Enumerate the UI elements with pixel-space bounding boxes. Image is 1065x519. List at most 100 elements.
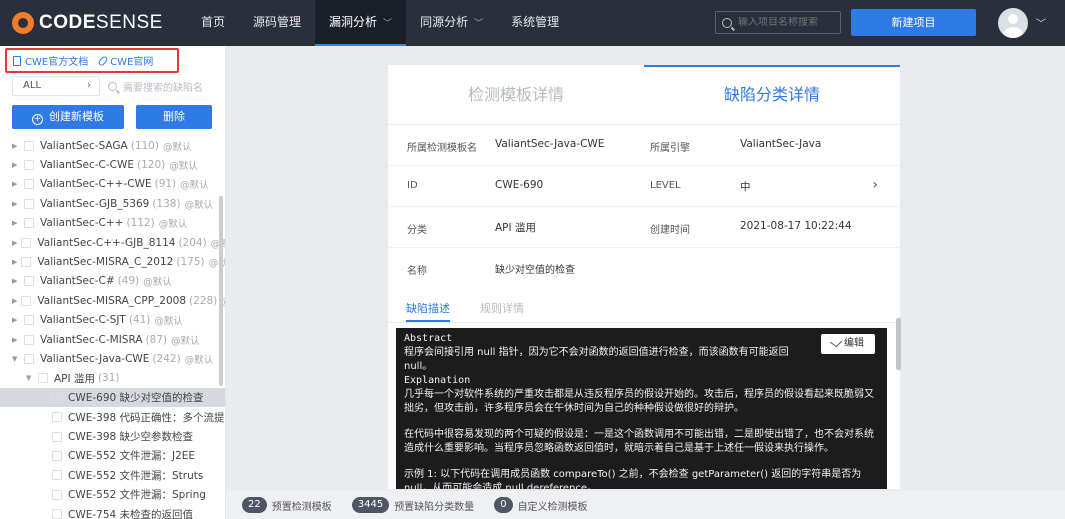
- tree-count: (31): [97, 372, 120, 385]
- tree-node[interactable]: ▶ ValiantSec-SAGA (110) @默认: [0, 136, 225, 155]
- tree-checkbox[interactable]: [24, 160, 34, 171]
- caret-right-icon[interactable]: ▶: [12, 297, 17, 305]
- search-icon: [722, 17, 732, 28]
- nav-vuln-analysis[interactable]: 漏洞分析 ﹀: [315, 0, 407, 46]
- content-scrollbar[interactable]: [896, 318, 901, 370]
- caret-right-icon[interactable]: ▶: [12, 200, 20, 208]
- filter-select[interactable]: ALL ›: [12, 76, 100, 96]
- default-tag: @默认: [158, 219, 188, 231]
- caret-right-icon[interactable]: ▶: [12, 277, 20, 285]
- nav-label: 同源分析: [420, 15, 469, 29]
- tree-checkbox[interactable]: [52, 450, 62, 461]
- project-search[interactable]: [715, 11, 841, 34]
- tree-checkbox[interactable]: [52, 431, 62, 442]
- nav-source[interactable]: 源码管理: [239, 0, 315, 46]
- tree-label: CWE-398 代码正确性：多个流提交: [68, 411, 226, 424]
- caret-down-icon[interactable]: ▼: [26, 374, 34, 382]
- nav-system[interactable]: 系统管理: [497, 0, 573, 46]
- tree-leaf-item[interactable]: CWE-690 缺少对空值的检查: [0, 388, 225, 408]
- tree-node[interactable]: ▶ ValiantSec-C# (49) @默认: [0, 272, 225, 291]
- tree-checkbox[interactable]: [52, 489, 62, 500]
- nav-home[interactable]: 首页: [187, 0, 239, 46]
- edit-button[interactable]: 编辑: [821, 334, 875, 354]
- tree-checkbox[interactable]: [24, 198, 34, 209]
- caret-right-icon[interactable]: ▶: [12, 219, 20, 227]
- tree-node[interactable]: ▶ ValiantSec-C-CWE (120) @默认: [0, 155, 225, 174]
- tree-checkbox[interactable]: [24, 140, 34, 151]
- info-row: 分类 API 滥用 创建时间 2021-08-17 10:22:44: [388, 207, 900, 248]
- cwe-site-link[interactable]: CWE官网: [97, 53, 153, 68]
- caret-right-icon[interactable]: ▶: [12, 258, 17, 266]
- caret-right-icon[interactable]: ▶: [12, 316, 20, 324]
- tree-node[interactable]: ▼ ValiantSec-Java-CWE (242) @默认: [0, 349, 225, 368]
- create-template-button[interactable]: + 创建新模板: [12, 105, 124, 129]
- logo[interactable]: CODESENSE: [12, 11, 163, 35]
- tree-checkbox[interactable]: [52, 392, 62, 403]
- tree-checkbox[interactable]: [24, 334, 34, 345]
- tree-node[interactable]: ▶ValiantSec-MISRA_CPP_2008(228)@默认: [0, 291, 225, 310]
- sidebar-scrollbar[interactable]: [219, 196, 223, 386]
- tree-label: CWE-552 文件泄漏：J2EE: [68, 450, 196, 463]
- default-tag: @默认: [162, 141, 192, 153]
- tree-checkbox[interactable]: [24, 218, 34, 229]
- tree-node[interactable]: ▶ ValiantSec-MISRA_C_2012(175)@默认: [0, 252, 225, 271]
- tree-node[interactable]: ▶ ValiantSec-GJB_5369 (138) @默认: [0, 194, 225, 213]
- footer-stats: 22 预置检测模板 3445 预置缺陷分类数量 0 自定义检测模板: [226, 491, 1065, 519]
- tree-leaf-item[interactable]: CWE-754 未检查的返回值: [0, 504, 225, 519]
- tree-checkbox[interactable]: [21, 237, 32, 248]
- tree-checkbox[interactable]: [21, 295, 32, 306]
- tree-leaf-item[interactable]: CWE-552 文件泄漏：Spring: [0, 485, 225, 504]
- tree-node[interactable]: ▶ ValiantSec-C-MISRA (87) @默认: [0, 330, 225, 349]
- tree-checkbox[interactable]: [52, 509, 62, 519]
- avatar[interactable]: [998, 8, 1028, 38]
- stat-preset-categories: 3445 预置缺陷分类数量: [351, 497, 474, 513]
- tree-count: (91): [154, 178, 177, 191]
- tree-node[interactable]: ▼ API 滥用 (31): [0, 369, 225, 388]
- tree-node[interactable]: ▶ ValiantSec-C++-CWE (91) @默认: [0, 175, 225, 194]
- tree-leaf-item[interactable]: CWE-398 代码正确性：多个流提交: [0, 407, 226, 426]
- chevron-right-icon[interactable]: ›: [872, 177, 878, 193]
- tree-leaf-item[interactable]: CWE-552 文件泄漏：J2EE: [0, 446, 225, 465]
- tree-label: ValiantSec-MISRA_CPP_2008: [37, 294, 187, 307]
- sidebar: CWE官方文档 CWE官网 ALL › 需要搜索的缺陷名 + 创建新模板 删除 ▶ V…: [0, 46, 226, 519]
- chevron-down-icon: ﹀: [474, 19, 484, 29]
- caret-right-icon[interactable]: ▶: [12, 336, 20, 344]
- tab-defect-detail[interactable]: 缺陷分类详情: [644, 65, 900, 124]
- tree-checkbox[interactable]: [24, 179, 34, 190]
- tab-template-detail[interactable]: 检测模板详情: [388, 65, 644, 124]
- tree-checkbox[interactable]: [24, 315, 34, 326]
- nav-label: 源码管理: [253, 15, 302, 29]
- tree-checkbox[interactable]: [21, 257, 32, 268]
- stat-custom-templates: 0 自定义检测模板: [494, 497, 588, 513]
- tree-checkbox[interactable]: [38, 373, 48, 384]
- cwe-docs-link[interactable]: CWE官方文档: [13, 53, 88, 68]
- tree-node[interactable]: ▶ ValiantSec-C-SJT (41) @默认: [0, 311, 225, 330]
- tab-rule-detail[interactable]: 规则详情: [480, 300, 524, 316]
- delete-button[interactable]: 删除: [136, 105, 212, 129]
- caret-down-icon[interactable]: ▼: [12, 355, 20, 363]
- tree-leaf-item[interactable]: CWE-552 文件泄漏：Struts: [0, 466, 225, 485]
- tree-leaf-item[interactable]: CWE-398 缺少空参数检查: [0, 427, 225, 446]
- tree-checkbox[interactable]: [52, 412, 62, 423]
- defect-search[interactable]: 需要搜索的缺陷名: [108, 76, 216, 96]
- default-tag: @默认: [143, 277, 172, 289]
- filter-value: ALL: [23, 80, 41, 91]
- tree-node[interactable]: ▶ ValiantSec-C++ (112) @默认: [0, 214, 225, 233]
- tree-checkbox[interactable]: [52, 470, 62, 481]
- new-project-button[interactable]: 新建项目: [851, 9, 976, 36]
- nav-homology[interactable]: 同源分析 ﹀: [406, 0, 497, 46]
- project-search-input[interactable]: [738, 17, 833, 28]
- top-header: CODESENSE 首页 源码管理 漏洞分析﹀ 同源分析﹀ 系统管理 新建项目 …: [0, 0, 1065, 46]
- caret-right-icon[interactable]: ▶: [12, 239, 17, 247]
- tab-defect-description[interactable]: 缺陷描述: [406, 300, 450, 322]
- caret-right-icon[interactable]: ▶: [12, 142, 20, 150]
- chevron-down-icon[interactable]: ﹀: [1036, 15, 1046, 30]
- tree-node[interactable]: ▶ValiantSec-C++-GJB_8114(204)@默认: [0, 233, 225, 252]
- default-tag: @默认: [171, 335, 200, 347]
- caret-right-icon[interactable]: ▶: [12, 180, 20, 188]
- tree-checkbox[interactable]: [24, 276, 34, 287]
- tree-count: (242): [152, 352, 181, 365]
- caret-right-icon[interactable]: ▶: [12, 161, 20, 169]
- tree-checkbox[interactable]: [24, 353, 34, 364]
